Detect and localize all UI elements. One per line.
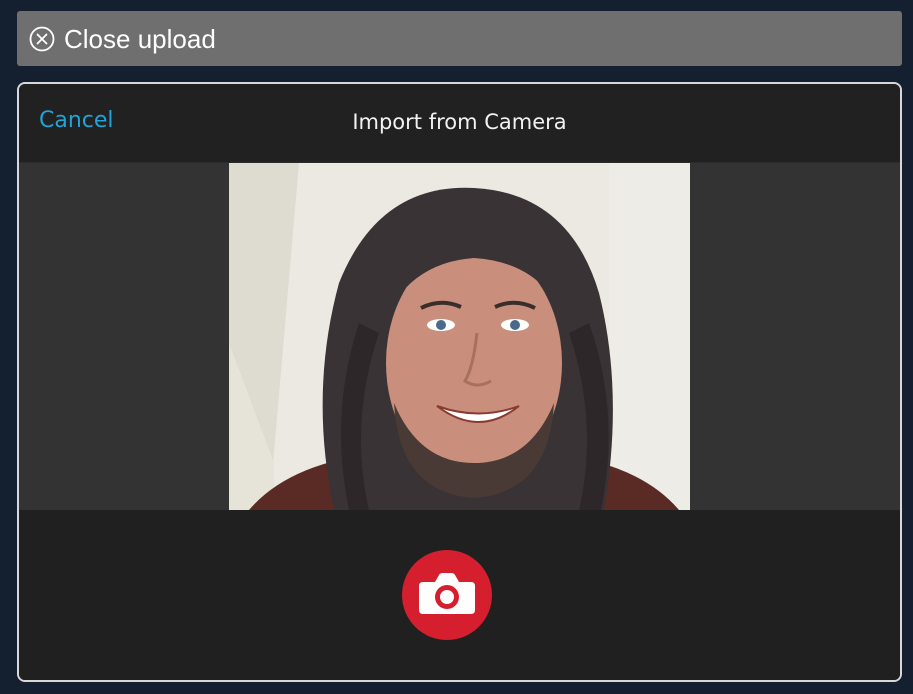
modal-title: Import from Camera — [352, 110, 567, 134]
camera-controls — [19, 510, 900, 680]
modal-header: Cancel Import from Camera — [19, 84, 900, 163]
capture-photo-button[interactable] — [402, 550, 492, 640]
camera-icon — [417, 570, 477, 620]
camera-import-modal: Cancel Import from Camera — [17, 82, 902, 682]
close-upload-label: Close upload — [64, 23, 216, 54]
close-circle-icon — [29, 26, 55, 52]
camera-preview-area — [19, 163, 900, 510]
close-upload-button[interactable]: Close upload — [17, 11, 902, 66]
camera-feed-image — [229, 163, 690, 510]
upload-page: Close upload Cancel Import from Camera — [0, 0, 913, 694]
